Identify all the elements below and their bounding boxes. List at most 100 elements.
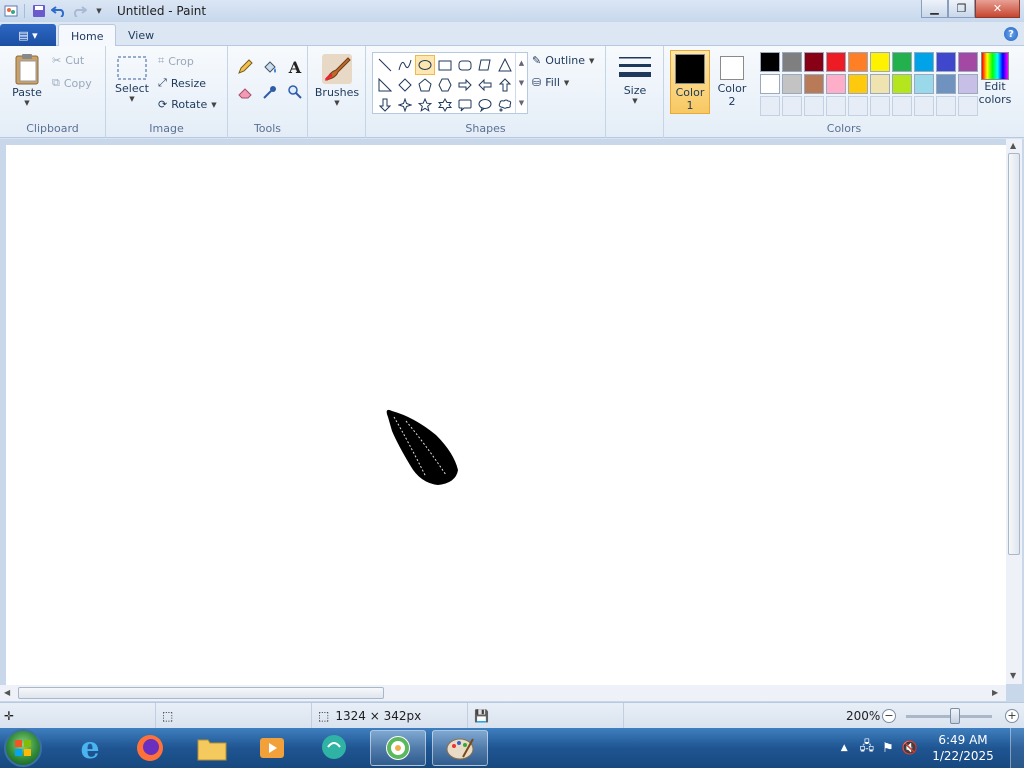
horizontal-scrollbar[interactable]: ◀ ▶ (0, 685, 1006, 701)
oval-shape-icon[interactable] (415, 55, 435, 75)
taskbar-media-player[interactable] (244, 730, 300, 766)
palette-color-1-1[interactable] (760, 52, 780, 72)
help-icon[interactable]: ? (1004, 27, 1018, 41)
customize-toolbar-icon[interactable]: ▼ (89, 2, 109, 20)
right-triangle-shape-icon[interactable] (375, 75, 395, 95)
four-point-star-shape-icon[interactable] (395, 95, 415, 115)
network-icon[interactable]: 🖧 (860, 737, 875, 759)
palette-color-1-5[interactable] (848, 52, 868, 72)
taskbar-internet-explorer[interactable]: e (62, 730, 118, 766)
palette-color-1-4[interactable] (826, 52, 846, 72)
palette-custom-slot-8[interactable] (914, 96, 934, 116)
vertical-scroll-thumb[interactable] (1008, 153, 1020, 555)
paste-button[interactable]: Paste ▼ (8, 52, 46, 107)
color1-selector[interactable]: Color 1 (670, 50, 710, 114)
palette-color-2-9[interactable] (936, 74, 956, 94)
tab-view[interactable]: View (116, 24, 166, 47)
drawing-canvas[interactable] (6, 145, 1006, 685)
crop-button[interactable]: ⌗ Crop (158, 54, 194, 68)
scroll-down-arrow-icon[interactable]: ▼ (1010, 671, 1016, 680)
palette-custom-slot-4[interactable] (826, 96, 846, 116)
rounded-callout-shape-icon[interactable] (455, 95, 475, 115)
palette-color-1-6[interactable] (870, 52, 890, 72)
palette-custom-slot-2[interactable] (782, 96, 802, 116)
volume-muted-icon[interactable]: 🔇 (902, 741, 918, 756)
zoom-out-button[interactable]: − (882, 709, 896, 723)
zoom-slider[interactable] (906, 715, 992, 718)
action-center-flag-icon[interactable]: ⚑ (882, 741, 894, 756)
hexagon-shape-icon[interactable] (435, 75, 455, 95)
save-icon[interactable] (29, 2, 49, 20)
copy-button[interactable]: ⧉ Copy (52, 76, 92, 90)
palette-custom-slot-6[interactable] (870, 96, 890, 116)
palette-color-1-8[interactable] (914, 52, 934, 72)
palette-color-2-3[interactable] (804, 74, 824, 94)
edit-colors-button[interactable]: Edit colors (974, 52, 1016, 106)
expand-gallery-icon[interactable]: ▼ (519, 99, 524, 107)
palette-custom-slot-5[interactable] (848, 96, 868, 116)
cut-button[interactable]: ✂ Cut (52, 54, 84, 67)
tab-home[interactable]: Home (58, 24, 117, 47)
oval-callout-shape-icon[interactable] (475, 95, 495, 115)
palette-custom-slot-3[interactable] (804, 96, 824, 116)
taskbar-paint[interactable] (432, 730, 488, 766)
polygon-shape-icon[interactable] (475, 55, 495, 75)
cloud-callout-shape-icon[interactable] (495, 95, 515, 115)
taskbar-app-active[interactable] (370, 730, 426, 766)
size-button[interactable]: Size ▼ (616, 54, 654, 105)
palette-color-2-5[interactable] (848, 74, 868, 94)
fill-button[interactable]: ⛁ Fill ▼ (532, 76, 569, 89)
shapes-scroll[interactable]: ▲ ▼ ▼ (515, 53, 527, 113)
system-clock[interactable]: 6:49 AM 1/22/2025 (928, 732, 998, 764)
eraser-icon[interactable] (234, 81, 256, 103)
down-arrow-shape-icon[interactable] (375, 95, 395, 115)
vertical-scrollbar[interactable]: ▲ ▼ (1006, 139, 1022, 684)
right-arrow-shape-icon[interactable] (455, 75, 475, 95)
pentagon-shape-icon[interactable] (415, 75, 435, 95)
taskbar-firefox[interactable] (122, 730, 178, 766)
left-arrow-shape-icon[interactable] (475, 75, 495, 95)
outline-button[interactable]: ✎ Outline ▼ (532, 54, 594, 67)
zoom-in-button[interactable]: + (1005, 709, 1019, 723)
curve-shape-icon[interactable] (395, 55, 415, 75)
palette-custom-slot-9[interactable] (936, 96, 956, 116)
palette-color-2-4[interactable] (826, 74, 846, 94)
resize-button[interactable]: ⤢ Resize (158, 76, 206, 90)
palette-color-1-2[interactable] (782, 52, 802, 72)
close-button[interactable]: ✕ (975, 0, 1020, 18)
minimize-button[interactable]: ▁ (921, 0, 948, 18)
start-button[interactable] (4, 729, 42, 767)
palette-color-2-1[interactable] (760, 74, 780, 94)
text-icon[interactable]: A (284, 56, 306, 78)
line-shape-icon[interactable] (375, 55, 395, 75)
maximize-button[interactable]: ❐ (948, 0, 975, 18)
undo-icon[interactable] (49, 2, 69, 20)
zoom-slider-knob[interactable] (950, 708, 960, 724)
paint-app-icon[interactable] (2, 2, 20, 20)
horizontal-scroll-thumb[interactable] (18, 687, 384, 699)
show-desktop-button[interactable] (1010, 728, 1024, 768)
file-menu-button[interactable]: ▤ ▾ (0, 24, 56, 46)
palette-custom-slot-7[interactable] (892, 96, 912, 116)
scroll-up-icon[interactable]: ▲ (519, 59, 524, 67)
triangle-shape-icon[interactable] (495, 55, 515, 75)
scroll-up-arrow-icon[interactable]: ▲ (1010, 141, 1016, 150)
five-point-star-shape-icon[interactable] (415, 95, 435, 115)
rectangle-shape-icon[interactable] (435, 55, 455, 75)
palette-color-1-9[interactable] (936, 52, 956, 72)
scroll-right-arrow-icon[interactable]: ▶ (992, 688, 998, 697)
six-point-star-shape-icon[interactable] (435, 95, 455, 115)
pencil-icon[interactable] (234, 56, 256, 78)
color2-selector[interactable]: Color 2 (712, 50, 752, 114)
palette-color-2-2[interactable] (782, 74, 802, 94)
taskbar-file-explorer[interactable] (184, 730, 240, 766)
palette-color-2-6[interactable] (870, 74, 890, 94)
redo-icon[interactable] (69, 2, 89, 20)
scroll-down-icon[interactable]: ▼ (519, 79, 524, 87)
palette-color-2-7[interactable] (892, 74, 912, 94)
rounded-rectangle-shape-icon[interactable] (455, 55, 475, 75)
brushes-button[interactable]: Brushes ▼ (314, 52, 360, 107)
palette-color-1-3[interactable] (804, 52, 824, 72)
palette-custom-slot-1[interactable] (760, 96, 780, 116)
color-picker-icon[interactable] (259, 81, 281, 103)
